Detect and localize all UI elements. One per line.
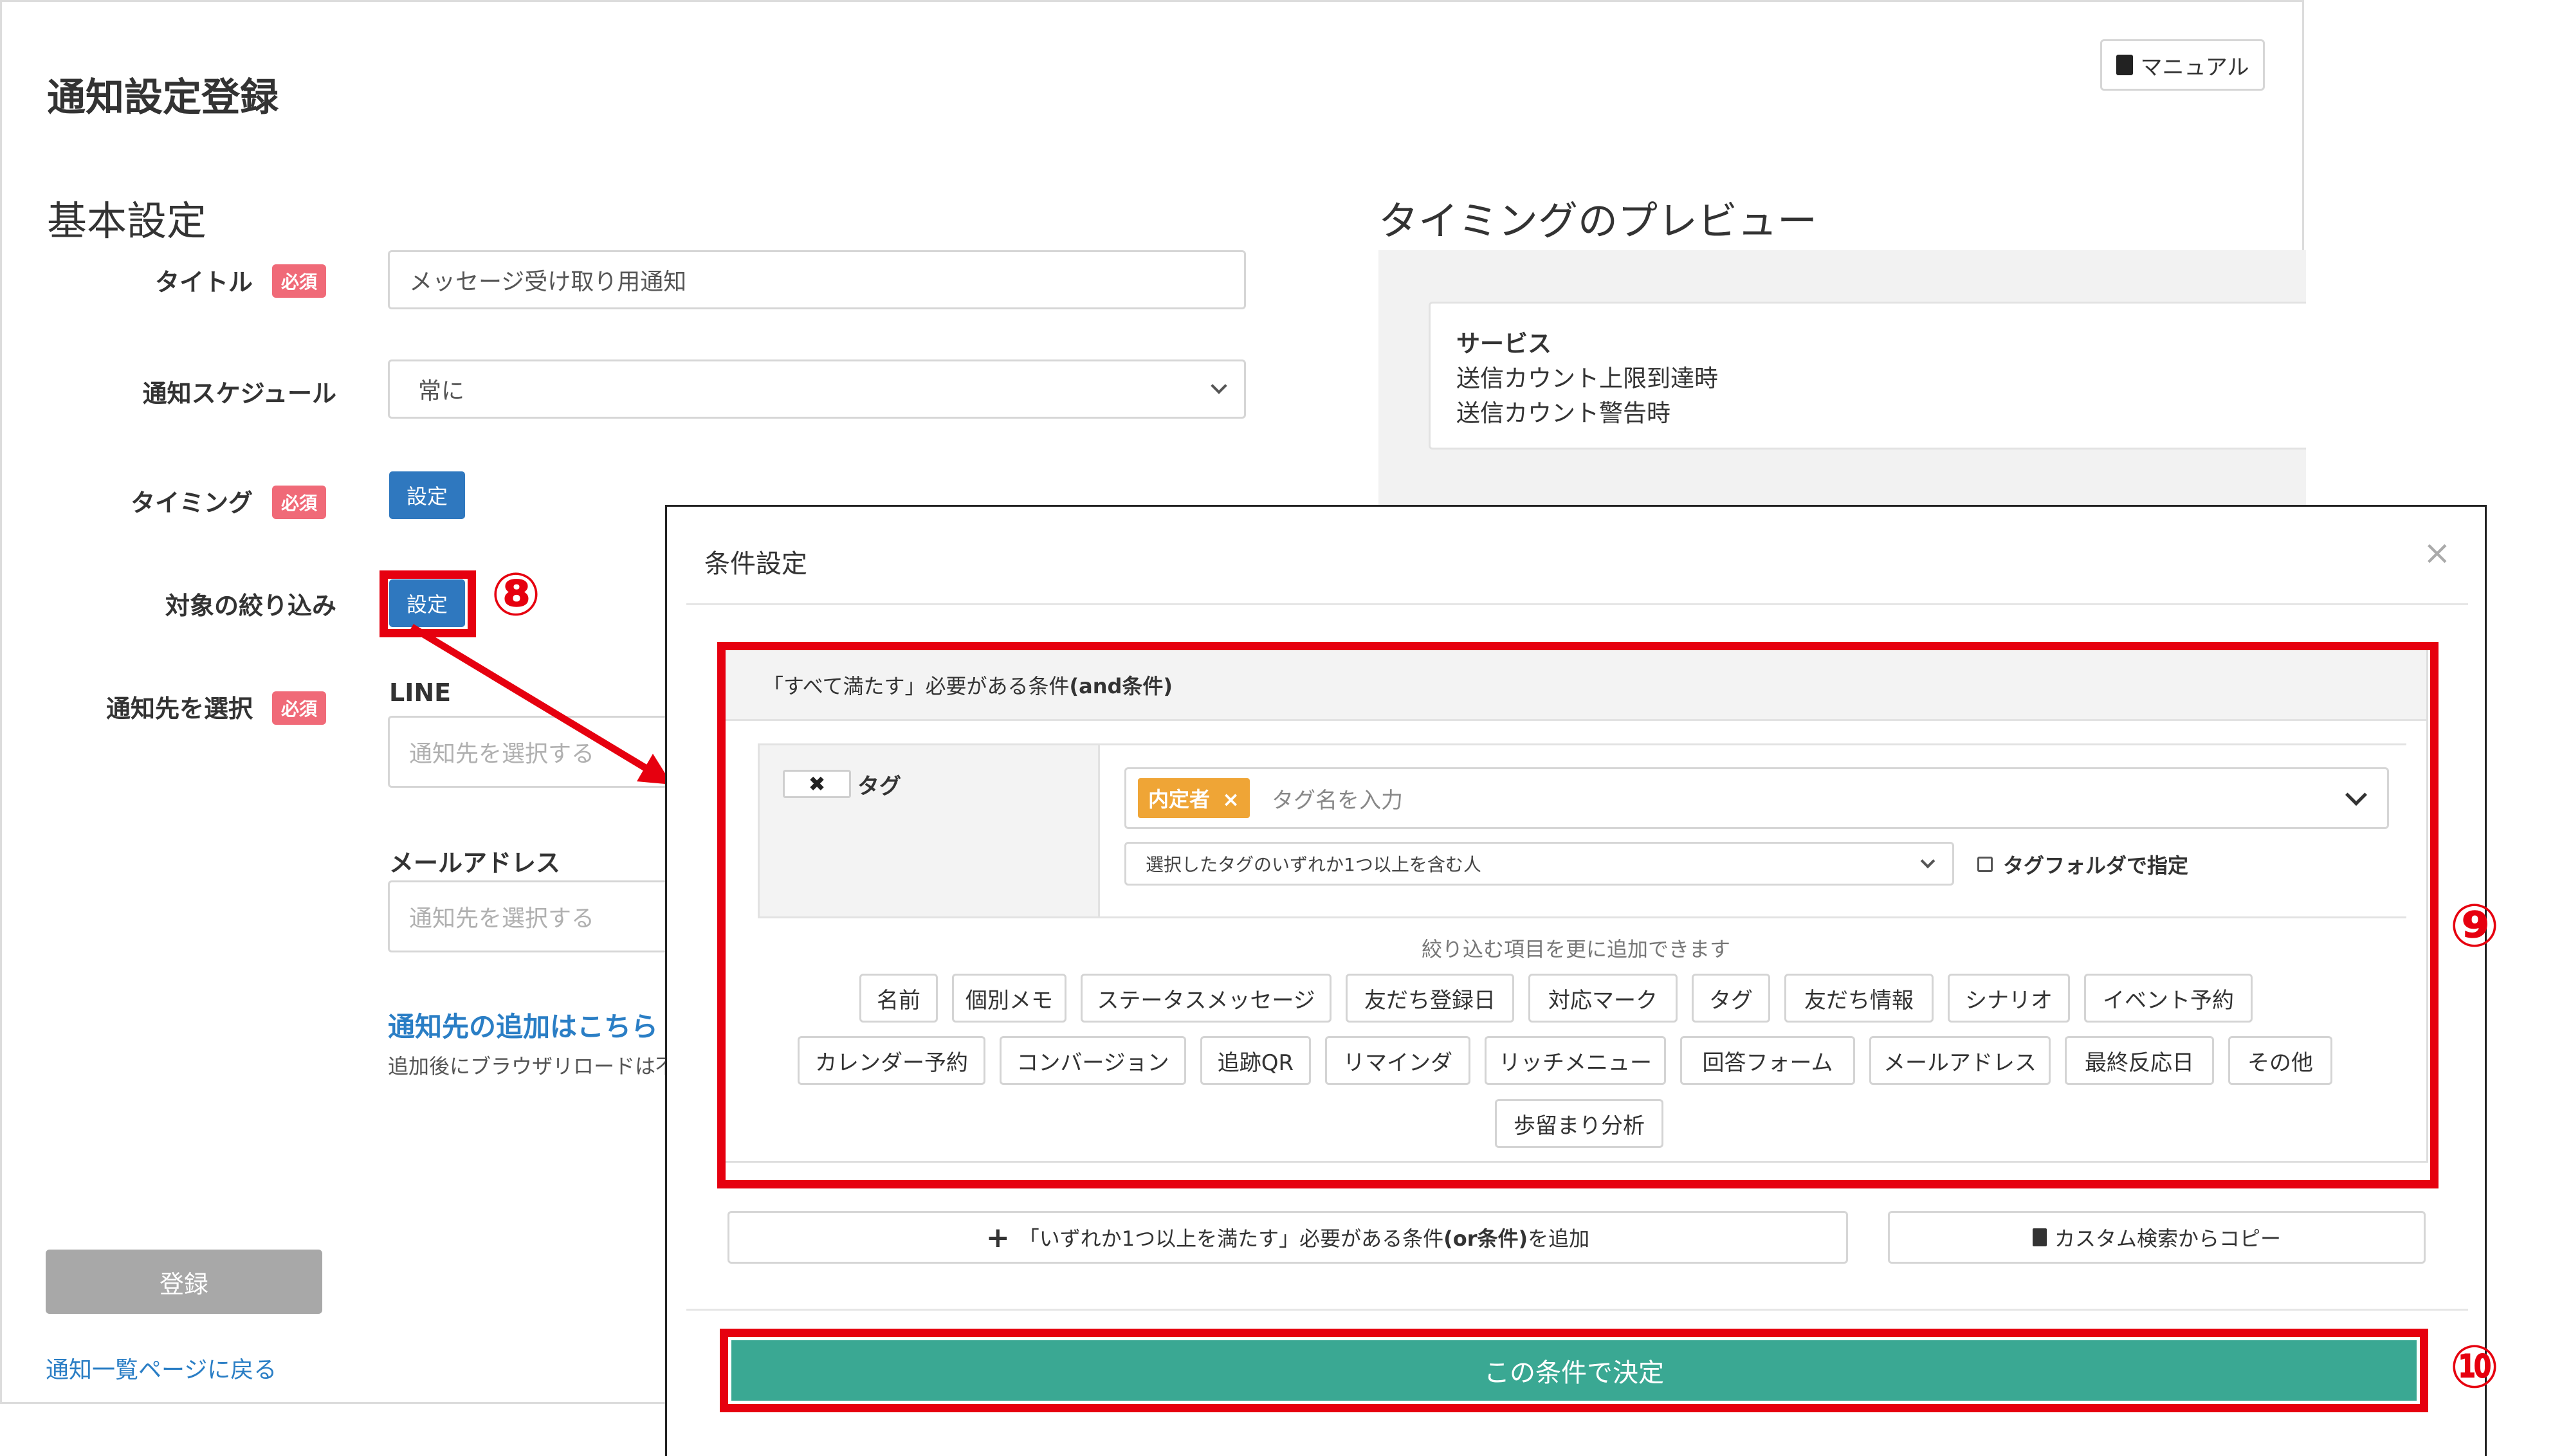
modal-footer-divider (686, 1309, 2468, 1311)
step9-marker: ⑨ (2449, 891, 2500, 960)
copy-button-label: カスタム検索からコピー (2054, 1226, 2281, 1251)
step9-highlight (717, 642, 2439, 1188)
plus-icon: + (985, 1221, 1010, 1254)
step10-marker: ⑩ (2449, 1333, 2500, 1401)
add-or-condition-suffix: を追加 (1528, 1226, 1590, 1251)
submit-condition-button[interactable]: この条件で決定 (731, 1340, 2417, 1401)
add-or-condition-text: 「いずれか1つ以上を満たす」必要がある条件 (1018, 1226, 1444, 1251)
copy-from-custom-search-button[interactable]: カスタム検索からコピー (1888, 1211, 2426, 1264)
copy-icon (2032, 1228, 2047, 1246)
add-or-condition-bold: (or条件) (1443, 1226, 1528, 1251)
modal-header-divider (686, 603, 2468, 605)
close-icon[interactable]: × (2423, 534, 2451, 572)
modal-title: 条件設定 (704, 549, 807, 579)
add-or-condition-button[interactable]: + 「いずれか1つ以上を満たす」必要がある条件 (or条件) を追加 (727, 1211, 1848, 1264)
condition-settings-modal: 条件設定 × 「すべて満たす」必要がある条件 (and条件) ✖ タグ 内定者 … (665, 505, 2487, 1456)
